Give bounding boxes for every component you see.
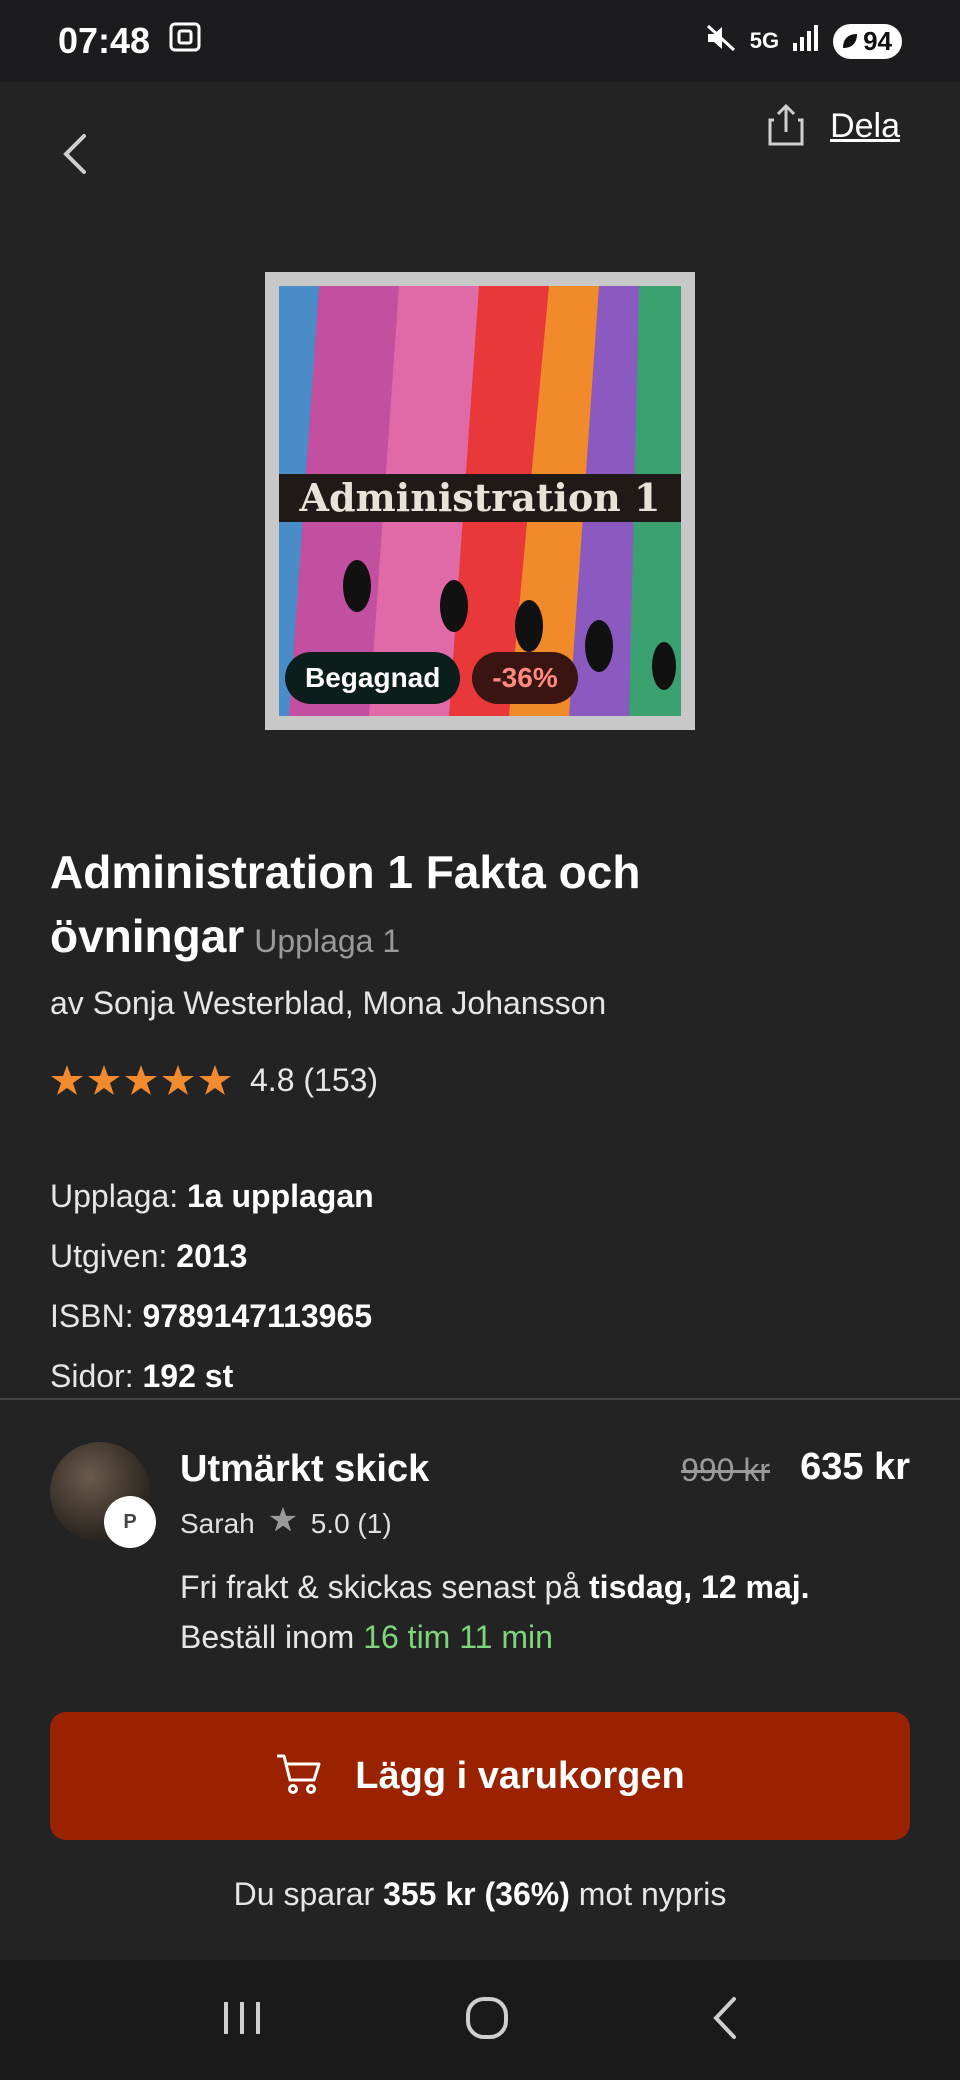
back-button[interactable] — [60, 130, 100, 190]
add-to-cart-button[interactable]: Lägg i varukorgen — [50, 1712, 910, 1840]
seller-info[interactable]: Sarah 5.0 (1) — [180, 1506, 392, 1541]
rating-row[interactable]: 4.8 (153) — [50, 1062, 378, 1099]
signal-icon — [791, 23, 821, 59]
seller-rating: 5.0 (1) — [310, 1507, 392, 1539]
battery-indicator: 94 — [833, 23, 902, 59]
network-label: 5G — [749, 28, 780, 53]
star-icon — [269, 1506, 297, 1541]
chevron-left-icon — [63, 134, 86, 174]
detail-value: 9789147113965 — [142, 1298, 373, 1334]
home-icon — [466, 1996, 508, 2039]
purchase-sheet: P Utmärkt skick Sarah 5.0 (1) 990 kr 635… — [0, 1398, 960, 1960]
order-deadline-text: Beställ inom — [180, 1619, 355, 1655]
battery-level: 94 — [863, 25, 892, 56]
star-rating-icon — [50, 1064, 234, 1098]
edition-label: Upplaga 1 — [254, 923, 401, 959]
cover-title: Administration 1 — [279, 474, 681, 522]
screenshot-icon — [168, 20, 202, 62]
add-to-cart-label: Lägg i varukorgen — [355, 1754, 685, 1797]
mute-icon — [704, 22, 738, 60]
detail-row-edition: Upplaga: 1a upplagan — [50, 1172, 374, 1232]
rating-text: 4.8 (153) — [250, 1062, 379, 1098]
seller-badge-icon: P — [104, 1496, 156, 1548]
original-price: 990 kr — [681, 1452, 770, 1488]
share-button[interactable]: Dela — [766, 102, 900, 151]
savings-suffix: mot nypris — [578, 1876, 727, 1912]
shipping-info: Fri frakt & skickas senast på tisdag, 12… — [180, 1562, 920, 1662]
current-price: 635 kr — [800, 1446, 910, 1488]
detail-value: 2013 — [176, 1238, 248, 1274]
detail-label: ISBN: — [50, 1298, 134, 1334]
shipping-date: tisdag, 12 maj. — [589, 1569, 810, 1605]
clock: 07:48 — [58, 20, 151, 61]
share-icon — [766, 102, 806, 151]
system-back-button[interactable] — [710, 1995, 740, 2046]
system-navigation-bar — [0, 1960, 960, 2080]
savings-prefix: Du sparar — [233, 1876, 375, 1912]
home-button[interactable] — [464, 1995, 510, 2046]
seller-name: Sarah — [180, 1507, 255, 1539]
detail-label: Utgiven: — [50, 1238, 168, 1274]
condition-label: Utmärkt skick — [180, 1448, 430, 1490]
detail-label: Sidor: — [50, 1358, 134, 1394]
detail-label: Upplaga: — [50, 1178, 179, 1214]
leaf-icon — [841, 26, 859, 57]
detail-row-published: Utgiven: 2013 — [50, 1232, 374, 1292]
cover-badges: Begagnad -36% — [285, 652, 578, 704]
detail-row-isbn: ISBN: 9789147113965 — [50, 1292, 374, 1352]
product-title-block: Administration 1 Fakta och övningar Uppla… — [50, 840, 910, 973]
order-countdown: 16 tim 11 min — [363, 1619, 553, 1655]
shipping-text: Fri frakt & skickas senast på — [180, 1569, 581, 1605]
back-icon — [713, 1996, 736, 2039]
top-navigation: Dela — [0, 82, 960, 202]
status-bar: 07:48 5G 94 — [0, 0, 960, 82]
savings-amount: 355 kr (36%) — [383, 1876, 570, 1912]
recent-apps-button[interactable] — [220, 1998, 264, 2043]
share-label: Dela — [830, 107, 900, 145]
authors[interactable]: av Sonja Westerblad, Mona Johansson — [50, 985, 606, 1022]
used-badge: Begagnad — [285, 652, 461, 704]
recent-apps-icon — [224, 2001, 260, 2034]
cart-icon — [275, 1752, 323, 1801]
savings-text: Du sparar 355 kr (36%) mot nypris — [0, 1876, 960, 1913]
discount-badge: -36% — [472, 652, 578, 704]
detail-value: 1a upplagan — [186, 1178, 374, 1214]
product-details: Upplaga: 1a upplagan Utgiven: 2013 ISBN:… — [50, 1172, 374, 1412]
detail-value: 192 st — [142, 1358, 234, 1394]
